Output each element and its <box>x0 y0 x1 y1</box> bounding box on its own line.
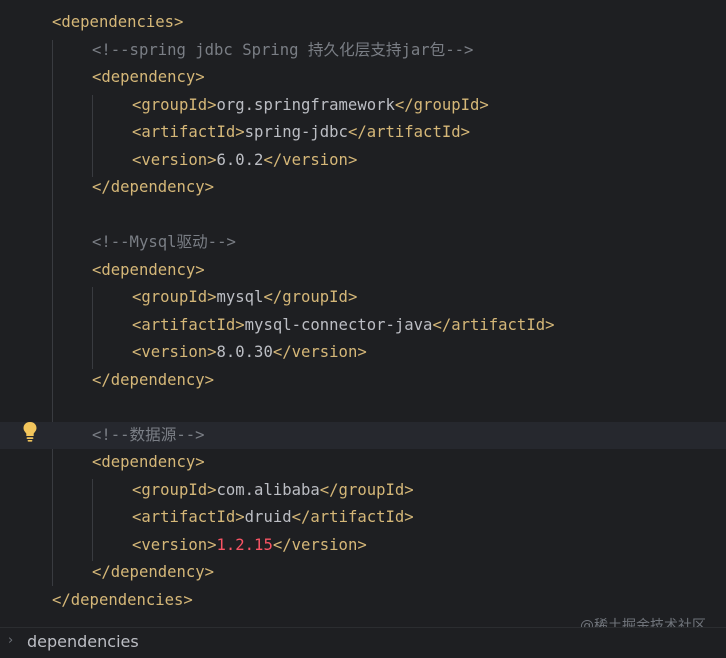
xml-value: org.springframework <box>216 96 395 114</box>
xml-tag: </dependency> <box>92 563 215 581</box>
code-line: <groupId>org.springframework</groupId> <box>0 92 726 119</box>
watermark: @稀土掘金技术社区 <box>580 618 706 627</box>
xml-tag: <groupId> <box>132 96 217 114</box>
xml-tag: </version> <box>263 151 358 169</box>
code-line: <!--spring jdbc Spring 持久化层支持jar包--> <box>0 37 726 64</box>
xml-tag: <version> <box>132 343 217 361</box>
xml-value: spring-jdbc <box>244 123 348 141</box>
code-line: </dependency> <box>0 367 726 394</box>
code-line: <artifactId>mysql-connector-java</artifa… <box>0 312 726 339</box>
code-line-current: <!--数据源--> <box>0 422 726 449</box>
xml-tag: </artifactId> <box>291 508 414 526</box>
xml-comment: <!--Mysql驱动--> <box>92 233 236 251</box>
code-line: <dependency> <box>0 449 726 476</box>
xml-tag: </dependency> <box>92 371 215 389</box>
code-line: <artifactId>druid</artifactId> <box>0 504 726 531</box>
xml-value: com.alibaba <box>216 481 320 499</box>
xml-tag: <dependency> <box>92 261 205 279</box>
xml-tag: <dependencies> <box>52 13 184 31</box>
xml-tag: <groupId> <box>132 288 217 306</box>
chevron-right-icon: › <box>8 633 14 648</box>
code-line: <version>1.2.15</version> <box>0 532 726 559</box>
code-line: <groupId>com.alibaba</groupId> <box>0 477 726 504</box>
xml-tag: </groupId> <box>394 96 489 114</box>
xml-comment: <!--数据源--> <box>92 426 205 444</box>
xml-tag: <artifactId> <box>132 508 245 526</box>
xml-tag: <version> <box>132 151 217 169</box>
xml-value: 8.0.30 <box>216 343 273 361</box>
xml-value: mysql <box>216 288 264 306</box>
xml-tag: </version> <box>272 343 367 361</box>
code-editor[interactable]: <dependencies> <!--spring jdbc Spring 持久… <box>0 0 726 627</box>
xml-tag: </artifactId> <box>347 123 471 141</box>
breadcrumb-bar: › dependencies <box>0 627 726 658</box>
xml-value-highlighted: 1.2.15 <box>216 536 273 554</box>
xml-tag: </groupId> <box>263 288 358 306</box>
breadcrumb-item-dependencies[interactable]: dependencies <box>27 632 139 651</box>
code-line: <dependency> <box>0 257 726 284</box>
code-line: <dependency> <box>0 64 726 91</box>
xml-tag: <dependency> <box>92 68 205 86</box>
code-line: <dependencies> <box>0 9 726 36</box>
code-line: <version>8.0.30</version> <box>0 339 726 366</box>
lightbulb-icon[interactable] <box>22 421 38 443</box>
code-line: </dependency> <box>0 174 726 201</box>
xml-tag: </groupId> <box>319 481 414 499</box>
code-line: <version>6.0.2</version> <box>0 147 726 174</box>
xml-tag: </dependency> <box>92 178 215 196</box>
code-line: <artifactId>spring-jdbc</artifactId> <box>0 119 726 146</box>
xml-comment: <!--spring jdbc Spring 持久化层支持jar包--> <box>92 41 474 59</box>
code-line: <!--Mysql驱动--> <box>0 229 726 256</box>
xml-value: 6.0.2 <box>216 151 264 169</box>
xml-tag: </version> <box>272 536 367 554</box>
code-line: </dependency> <box>0 559 726 586</box>
xml-tag: <version> <box>132 536 217 554</box>
code-line: <groupId>mysql</groupId> <box>0 284 726 311</box>
xml-value: mysql-connector-java <box>244 316 433 334</box>
xml-value: druid <box>244 508 292 526</box>
xml-tag: <artifactId> <box>132 316 245 334</box>
xml-tag: <dependency> <box>92 453 205 471</box>
xml-tag: </artifactId> <box>432 316 555 334</box>
xml-tag: </dependencies> <box>52 591 193 609</box>
code-line: </dependencies> <box>0 587 726 614</box>
xml-tag: <groupId> <box>132 481 217 499</box>
xml-tag: <artifactId> <box>132 123 245 141</box>
